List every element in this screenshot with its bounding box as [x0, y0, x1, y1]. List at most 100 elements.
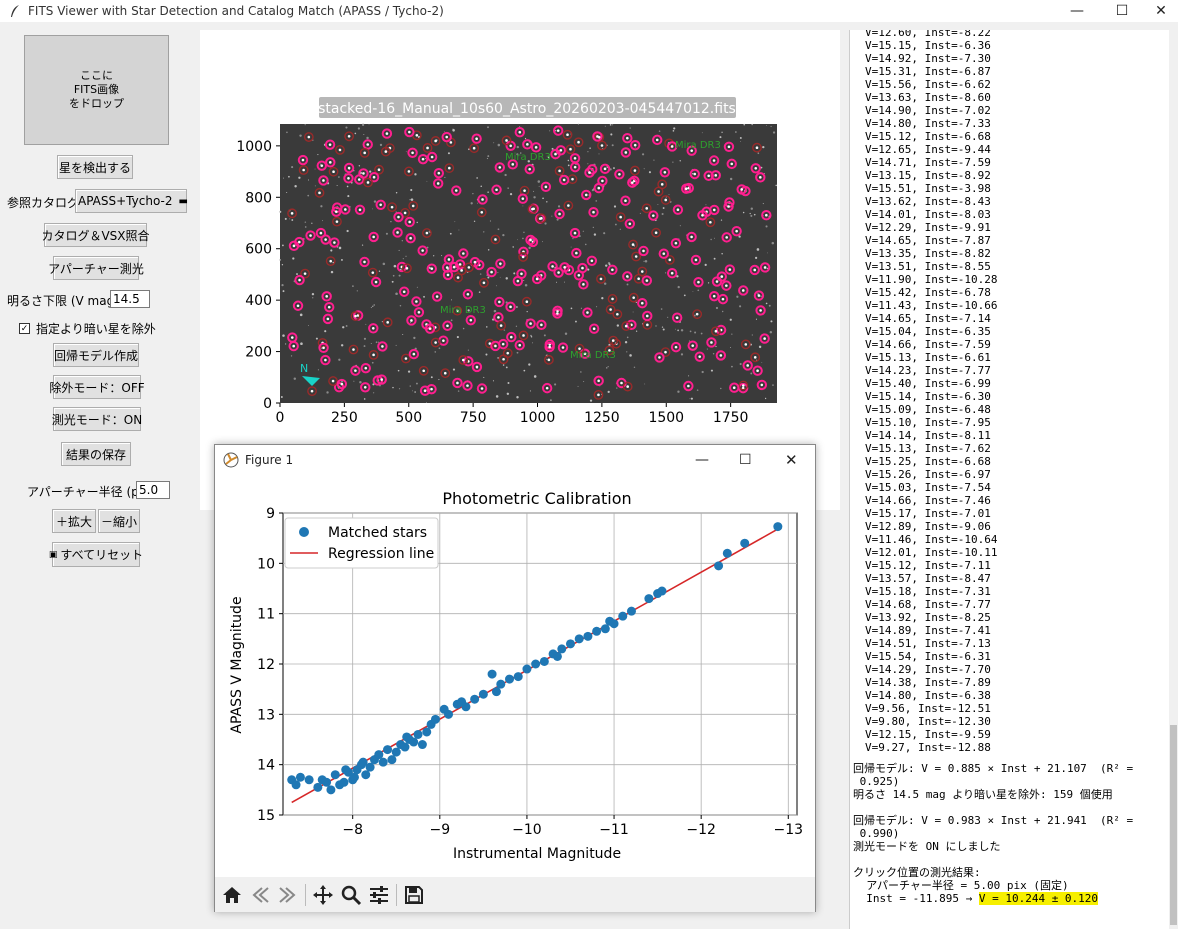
maximize-button[interactable]: ☐: [1099, 0, 1145, 22]
star-core: [290, 336, 294, 339]
star-core: [354, 369, 357, 372]
noise-speck: [281, 264, 284, 266]
noise-speck: [721, 310, 724, 313]
reset-all-button[interactable]: ▣ すべてリセット: [49, 542, 143, 567]
forward-icon[interactable]: [274, 881, 302, 909]
catalog-match-button[interactable]: カタログ＆VSX照合: [41, 223, 150, 247]
noise-speck: [544, 222, 547, 225]
noise-speck: [721, 253, 723, 255]
log-line: V=12.60, Inst=-8.22: [865, 30, 991, 39]
star-core: [558, 212, 561, 216]
noise-speck: [743, 123, 746, 126]
minimize-button[interactable]: —: [1054, 0, 1100, 22]
zoom-out-button[interactable]: －縮小: [98, 509, 140, 533]
star-core: [571, 177, 574, 181]
noise-speck: [507, 187, 509, 189]
scrollbar-thumb[interactable]: [1170, 725, 1177, 925]
noise-speck: [456, 335, 459, 339]
catalog-select[interactable]: APASS+Tycho-2 ▬: [75, 189, 188, 213]
noise-speck: [410, 198, 414, 201]
star-core: [611, 339, 615, 342]
star-core: [590, 259, 594, 263]
regression-model-button[interactable]: 回帰モデル作成: [53, 343, 139, 367]
star-core: [505, 139, 508, 142]
y-tick-label: 14: [257, 758, 275, 774]
star-core: [435, 295, 439, 298]
aperture-radius-input[interactable]: 5.0: [136, 481, 170, 499]
log-console[interactable]: V=12.60, Inst=-8.22 V=15.15, Inst=-6.36 V=…: [849, 30, 1169, 929]
log-line: V=15.10, Inst=-7.95: [865, 416, 991, 429]
star-core: [411, 204, 415, 208]
noise-speck: [281, 284, 284, 287]
noise-speck: [397, 369, 400, 372]
star-core: [626, 136, 629, 140]
noise-speck: [382, 262, 386, 266]
zoom-icon[interactable]: [337, 881, 365, 909]
noise-speck: [399, 304, 402, 307]
star-core: [712, 294, 716, 298]
exclude-faint-checkbox-row[interactable]: ✓ 指定より暗い星を除外: [19, 320, 156, 337]
star-core: [757, 294, 761, 297]
configure-subplots-icon[interactable]: [365, 881, 393, 909]
star-label-2: Mira DR3: [675, 140, 721, 151]
noise-speck: [589, 147, 591, 149]
noise-speck: [677, 285, 680, 289]
figure-close-button[interactable]: ✕: [785, 451, 798, 469]
star-core: [390, 205, 394, 209]
figure-maximize-button[interactable]: ☐: [739, 452, 752, 468]
star-core: [430, 155, 434, 159]
star-core: [456, 381, 459, 385]
star-core: [347, 134, 351, 138]
save-figure-icon[interactable]: [400, 881, 428, 909]
console-scrollbar[interactable]: [1169, 30, 1178, 929]
star-core: [562, 178, 566, 182]
y-tick-label: 15: [257, 808, 275, 824]
noise-speck: [679, 225, 681, 227]
home-icon[interactable]: [218, 881, 246, 909]
calibration-chart[interactable]: Photometric Calibration −8 −9 −10 −11 −12 −13…: [215, 475, 815, 875]
checkbox-checked-icon[interactable]: ✓: [19, 323, 30, 334]
noise-speck: [311, 292, 315, 296]
star-core: [523, 189, 526, 192]
noise-speck: [611, 124, 614, 126]
mag-limit-input[interactable]: 14.5: [110, 290, 150, 308]
star-core: [715, 280, 719, 283]
noise-speck: [694, 331, 697, 334]
figure-minimize-button[interactable]: —: [695, 452, 709, 468]
star-core: [548, 345, 551, 349]
noise-speck: [760, 295, 762, 298]
log-line: V=14.14, Inst=-8.11: [865, 429, 991, 442]
pan-icon[interactable]: [309, 881, 337, 909]
noise-speck: [575, 320, 577, 323]
data-point: [417, 740, 427, 750]
noise-speck: [629, 127, 631, 129]
image-ytick-label: 1000: [236, 139, 272, 155]
y-tick-label: 12: [257, 657, 275, 673]
image-ytick-label: 800: [245, 190, 272, 206]
star-core: [531, 207, 534, 211]
image-canvas[interactable]: stacked-16_Manual_10s60_Astro_20260203-0…: [200, 30, 840, 510]
exclude-mode-toggle[interactable]: 除外モード：OFF: [49, 375, 145, 399]
noise-speck: [530, 336, 533, 338]
save-results-button[interactable]: 結果の保存: [61, 442, 131, 466]
feather-icon: [8, 4, 22, 18]
close-button[interactable]: ✕: [1144, 0, 1178, 22]
star-core: [322, 179, 325, 182]
catalog-select-value: APASS+Tycho-2: [78, 194, 173, 208]
back-icon[interactable]: [246, 881, 274, 909]
noise-speck: [279, 259, 281, 261]
detect-stars-button[interactable]: 星を検出する: [57, 155, 133, 179]
star-core: [499, 324, 503, 327]
noise-speck: [658, 130, 661, 132]
noise-speck: [519, 126, 521, 128]
log-line: V=15.51, Inst=-3.98: [865, 182, 991, 195]
noise-speck: [648, 171, 651, 174]
noise-speck: [345, 126, 348, 129]
photometry-mode-toggle[interactable]: 測光モード：ON: [52, 407, 142, 431]
noise-speck: [497, 228, 500, 231]
aperture-photometry-button[interactable]: アパーチャー測光: [48, 256, 144, 280]
zoom-in-button[interactable]: ＋拡大: [52, 509, 96, 533]
star-core: [581, 266, 584, 270]
noise-speck: [665, 196, 667, 198]
fits-dropzone[interactable]: ここに FITS画像 をドロップ: [24, 35, 169, 145]
